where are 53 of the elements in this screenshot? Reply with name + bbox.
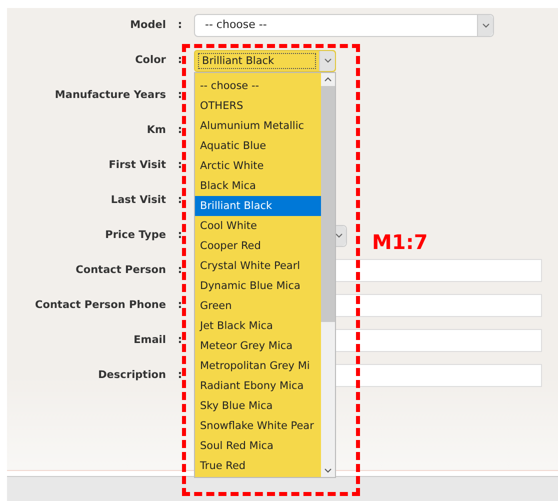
colon-text: : <box>176 17 184 34</box>
colon-text: : <box>176 87 184 104</box>
dropdown-option[interactable]: Jet Black Mica <box>195 316 321 336</box>
dropdown-option[interactable]: Aquatic Blue <box>195 136 321 156</box>
annotation-label: M1:7 <box>372 229 428 256</box>
colon-text: : <box>176 52 184 68</box>
field-label: Contact Person Phone <box>34 298 166 313</box>
field-label: Manufacture Years <box>54 88 166 103</box>
dropdown-option[interactable]: Dynamic Blue Mica <box>195 276 321 296</box>
colon-text: : <box>176 122 184 138</box>
dropdown-option[interactable]: Cool White <box>195 216 321 236</box>
colon-text: : <box>176 297 184 314</box>
caret-icon <box>324 58 332 63</box>
dropdown-option[interactable]: Soul Red Mica <box>195 436 321 456</box>
scroll-down-icon[interactable] <box>324 468 332 472</box>
dropdown-option[interactable]: Arctic White <box>195 156 321 176</box>
select-value: -- choose -- <box>204 17 268 34</box>
colon-text: : <box>176 332 184 348</box>
dropdown-option[interactable]: Metropolitan Grey Mi <box>195 356 321 376</box>
field-label: Km <box>146 122 166 138</box>
dropdown-option[interactable]: Crystal White Pearl <box>195 256 321 276</box>
dropdown-option[interactable]: Black Mica <box>195 176 321 196</box>
dropdown-option[interactable]: Radiant Ebony Mica <box>195 376 321 396</box>
dropdown-option[interactable]: Snowflake White Pear <box>195 416 321 436</box>
field-label: Email <box>132 332 166 348</box>
dropdown-option[interactable]: OTHERS <box>195 96 321 116</box>
caret-icon <box>334 233 342 238</box>
field-label: Description <box>97 368 166 383</box>
scrollbar[interactable] <box>321 72 335 476</box>
dropdown-option[interactable]: Brilliant Black <box>195 196 321 216</box>
colon-text: : <box>176 262 184 278</box>
colon-text: : <box>176 157 184 174</box>
colon-text: : <box>176 192 184 208</box>
field-label: Last Visit <box>110 192 166 208</box>
dropdown-option[interactable]: Green <box>195 296 321 316</box>
dropdown-option[interactable]: True Red <box>195 456 321 476</box>
dropdown-option[interactable]: Alumunium Metallic <box>195 116 321 136</box>
field-label: Contact Person <box>74 262 166 278</box>
colon-text: : <box>176 227 184 244</box>
scroll-up-icon[interactable] <box>324 76 332 82</box>
select-value: Brilliant Black <box>198 52 316 68</box>
field-label: Model <box>129 18 166 33</box>
dropdown-option[interactable]: Meteor Grey Mica <box>195 336 321 356</box>
select-field[interactable]: -- choose -- <box>194 14 494 37</box>
dropdown-option[interactable]: -- choose -- <box>195 76 321 96</box>
color-select[interactable]: Brilliant Black <box>194 50 336 72</box>
dropdown-option[interactable]: Cooper Red <box>195 236 321 256</box>
dropdown-option[interactable]: Sky Blue Mica <box>195 396 321 416</box>
field-label: Color <box>134 52 166 68</box>
field-label: First Visit <box>108 158 166 173</box>
caret-icon <box>482 23 490 28</box>
colon-text: : <box>176 367 184 384</box>
field-label: Price Type <box>104 228 166 243</box>
